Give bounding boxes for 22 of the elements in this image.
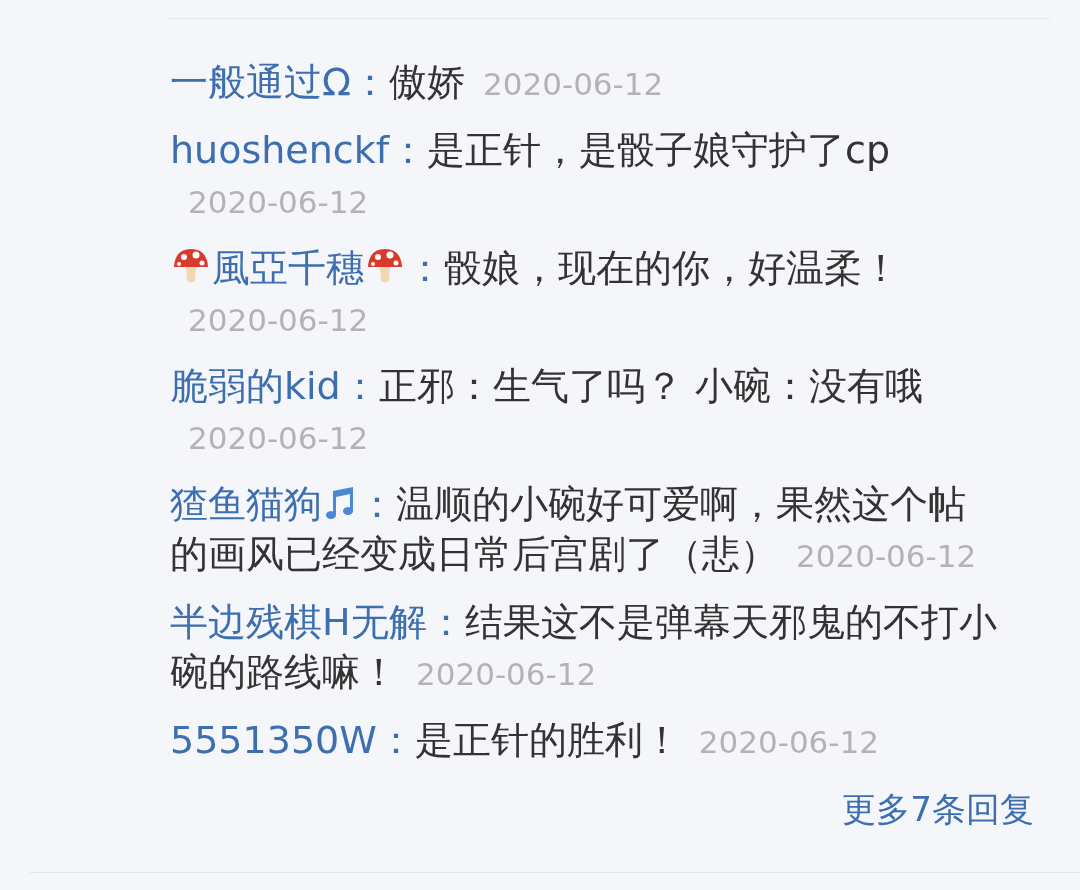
reply-date: 2020-06-12 [188,301,369,340]
username-link[interactable]: 風亞千穗 ： [170,246,444,290]
username-link[interactable]: 脆弱的kid： [170,364,379,408]
username-link[interactable]: 一般通过Ω： [170,60,390,104]
reply-date: 2020-06-12 [188,419,369,458]
reply-date: 2020-06-12 [698,723,879,762]
reply-comment: huoshenckf：是正针，是骰子娘守护了cp 2020-06-12 [170,125,1000,227]
reply-comment: 一般通过Ω：傲娇 2020-06-12 [170,57,1000,109]
reply-comment: 5551350W：是正针的胜利！ 2020-06-12 [170,715,1000,767]
reply-comment: 脆弱的kid：正邪：生气了吗？ 小碗：没有哦 2020-06-12 [170,361,1000,463]
reply-comment: 半边残棋H无解：结果这不是弹幕天邪鬼的不打小碗的路线嘛！ 2020-06-12 [170,597,1000,699]
username-link[interactable]: 5551350W： [170,718,415,762]
reply-date: 2020-06-12 [483,65,664,104]
reply-date: 2020-06-12 [416,655,597,694]
reply-comment: 風亞千穗 ：骰娘，现在的你，好温柔！ 2020-06-12 [170,243,1000,345]
more-replies-link[interactable]: 更多7条回复 [842,785,1034,833]
username-link[interactable]: huoshenckf： [170,128,428,172]
reply-comment: 猹鱼猫狗 ：温顺的小碗好可爱啊，果然这个帖的画风已经变成日常后宫剧了（悲） 2020-06-12 [170,479,1000,581]
reply-date: 2020-06-12 [796,537,977,576]
username-link[interactable]: 猹鱼猫狗 ： [170,482,396,526]
reply-date: 2020-06-12 [188,183,369,222]
username-link[interactable]: 半边残棋H无解： [170,600,465,644]
